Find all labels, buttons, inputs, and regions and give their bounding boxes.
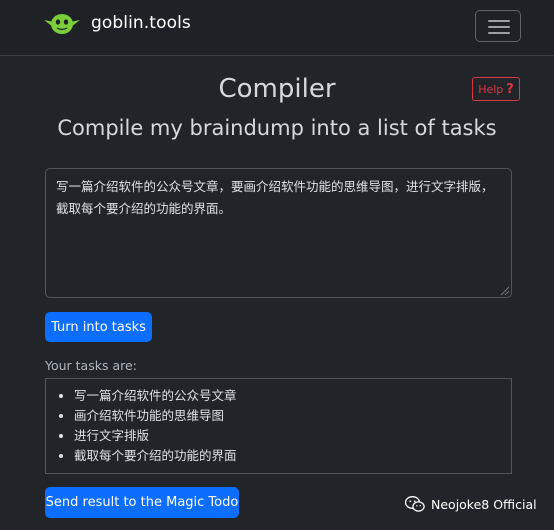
help-button[interactable]: Help ? <box>472 77 520 101</box>
hamburger-menu-icon-bar <box>488 32 510 34</box>
send-to-magic-todo-button[interactable]: Send result to the Magic Todo <box>45 487 239 518</box>
braindump-input-text: 写一篇介绍软件的公众号文章，要画介绍软件功能的思维导图，进行文字排版，截取每个要… <box>56 179 494 216</box>
resize-grip-icon[interactable] <box>499 285 509 295</box>
help-label: Help <box>478 82 504 96</box>
task-list: 写一篇介绍软件的公众号文章 画介绍软件功能的思维导图 进行文字排版 截取每个要介… <box>74 386 511 466</box>
braindump-input[interactable]: 写一篇介绍软件的公众号文章，要画介绍软件功能的思维导图，进行文字排版，截取每个要… <box>45 168 512 298</box>
task-item: 写一篇介绍软件的公众号文章 <box>74 386 511 406</box>
task-item: 截取每个要介绍的功能的界面 <box>74 446 511 466</box>
watermark-text: Neojoke8 Official <box>431 496 537 512</box>
brand-name[interactable]: goblin.tools <box>91 13 191 33</box>
turn-into-tasks-button[interactable]: Turn into tasks <box>45 312 152 342</box>
navbar: goblin.tools <box>0 0 554 56</box>
hamburger-menu-icon <box>488 20 510 22</box>
watermark: Neojoke8 Official <box>405 495 537 513</box>
hamburger-menu-button[interactable] <box>475 10 521 42</box>
tasks-label: Your tasks are: <box>45 358 137 373</box>
question-mark-icon: ? <box>506 81 514 97</box>
wechat-icon <box>405 496 425 512</box>
task-list-box: 写一篇介绍软件的公众号文章 画介绍软件功能的思维导图 进行文字排版 截取每个要介… <box>45 378 512 474</box>
goblin-head-icon[interactable] <box>44 11 80 37</box>
page-subtitle: Compile my braindump into a list of task… <box>57 116 497 140</box>
page-title: Compiler <box>218 74 336 104</box>
hamburger-menu-icon-bar <box>488 26 510 28</box>
task-item: 画介绍软件功能的思维导图 <box>74 406 511 426</box>
task-item: 进行文字排版 <box>74 426 511 446</box>
